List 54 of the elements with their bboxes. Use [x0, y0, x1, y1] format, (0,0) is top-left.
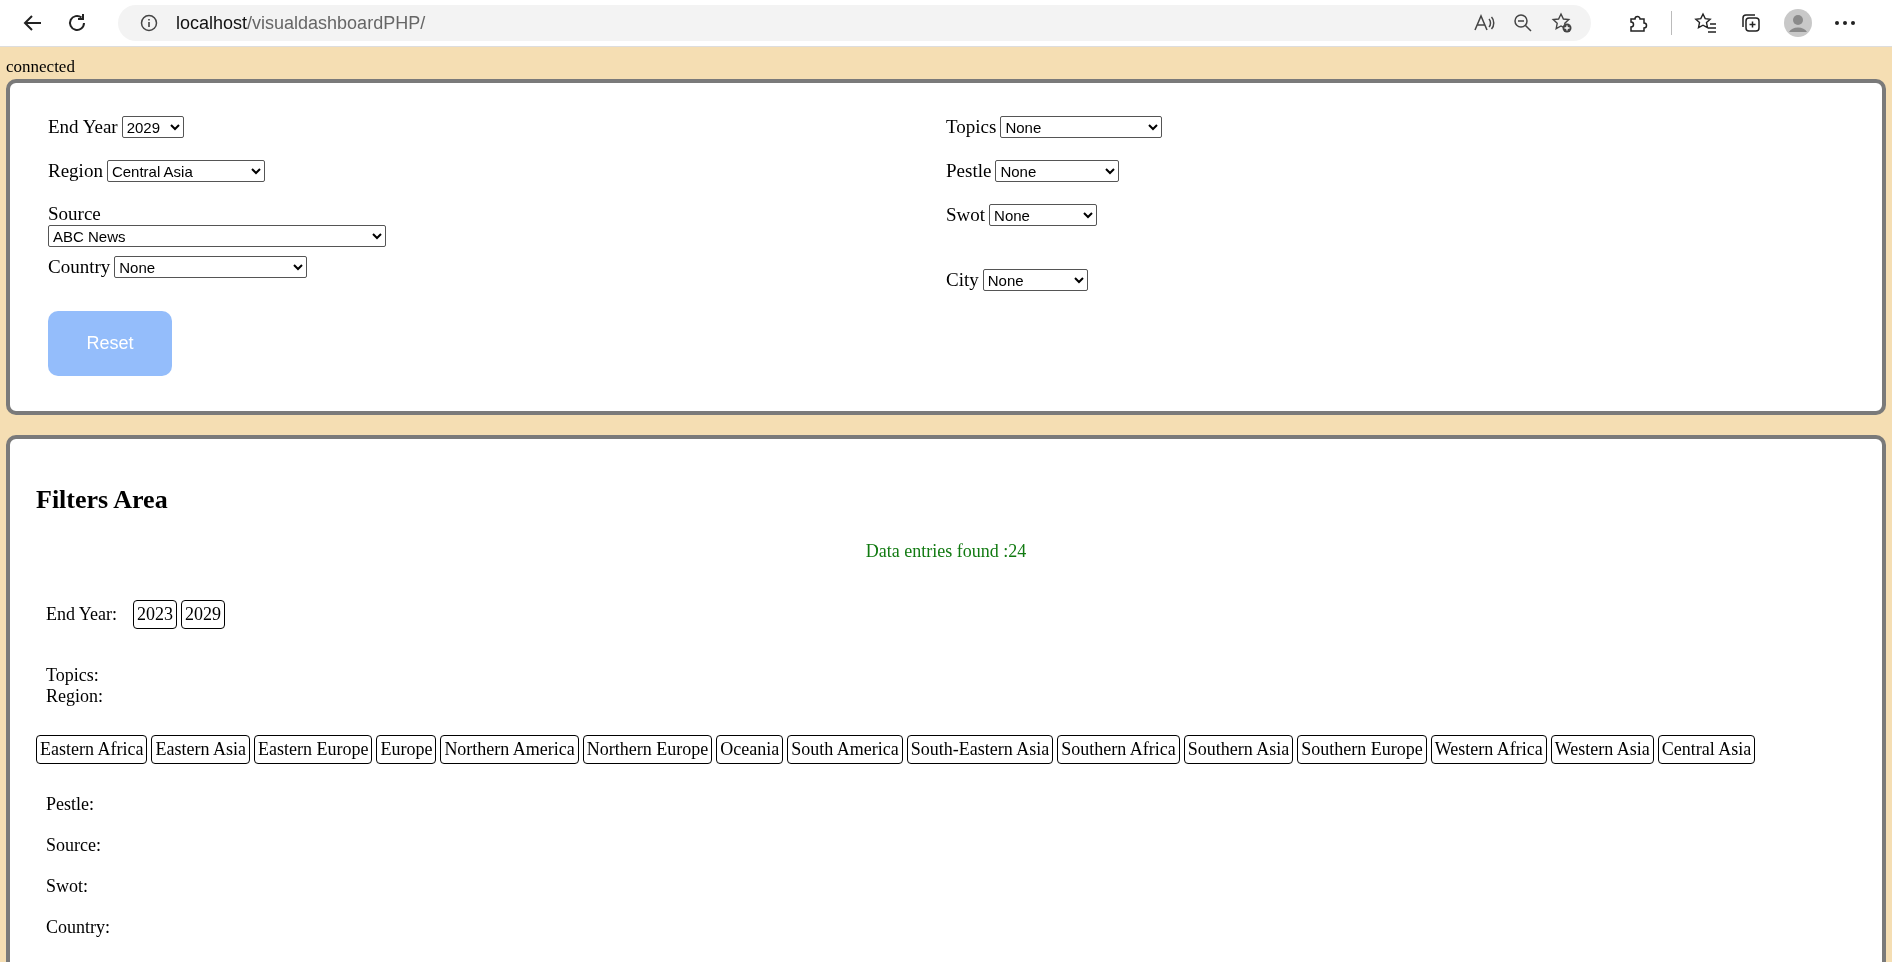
dropdown[interactable]: None [1000, 116, 1163, 138]
url-text: localhost/visualdashboardPHP/ [176, 12, 426, 34]
field-label: City [946, 269, 979, 291]
filter-label: Country: [46, 917, 110, 938]
filter-label: Source: [46, 835, 101, 856]
zoom-out-icon[interactable] [1513, 13, 1533, 33]
section-title: Filters Area [36, 485, 169, 515]
filter-chip[interactable]: Eastern Asia [151, 735, 250, 764]
field-label: Country [48, 256, 111, 278]
filter-label: Swot: [46, 876, 88, 897]
filter-label: End Year: [46, 604, 117, 625]
filter-label: Topics: [46, 665, 99, 686]
star-plus-icon[interactable] [1551, 12, 1573, 34]
filter-chip[interactable]: Europe [376, 735, 437, 764]
filter-chip[interactable]: Northern America [440, 735, 579, 764]
collections-icon[interactable] [1740, 12, 1762, 34]
dropdown[interactable]: None [982, 269, 1088, 291]
dropdown[interactable]: None [995, 160, 1120, 182]
field-label: Topics [946, 116, 997, 138]
filter-label: Region: [45, 686, 103, 707]
dropdown[interactable]: Central Asia [106, 160, 265, 182]
dropdown[interactable]: 2029 [121, 116, 184, 138]
read-aloud-icon[interactable] [1473, 13, 1495, 33]
field-label: Pestle [946, 160, 992, 182]
filter-chip[interactable]: South-Eastern Asia [906, 735, 1054, 764]
filter-chip[interactable]: Oceania [716, 735, 784, 764]
more-icon[interactable] [1834, 20, 1856, 26]
filter-chip[interactable]: Southern Africa [1057, 735, 1180, 764]
filter-chip[interactable]: Western Africa [1430, 735, 1547, 764]
dropdown[interactable]: ABC News [48, 225, 386, 247]
field-label: Swot [946, 204, 986, 226]
address-bar[interactable]: localhost/visualdashboardPHP/ [118, 5, 1591, 41]
dropdown[interactable]: None [989, 204, 1098, 226]
field-label: End Year [48, 116, 118, 138]
filter-chip[interactable]: Western Asia [1550, 735, 1654, 764]
profile-avatar-icon[interactable] [1784, 9, 1812, 37]
filter-chip[interactable]: Eastern Africa [36, 735, 148, 764]
filter-chip[interactable]: Eastern Europe [253, 735, 373, 764]
filter-chip[interactable]: 2029 [181, 600, 225, 629]
filter-chip[interactable]: South America [787, 735, 903, 764]
info-icon[interactable] [140, 14, 158, 32]
field-label: Source [48, 203, 101, 225]
filter-label: Pestle: [46, 794, 94, 815]
reload-icon[interactable] [66, 12, 88, 34]
filter-chip[interactable]: Southern Europe [1297, 735, 1427, 764]
dropdown[interactable]: None [114, 256, 308, 278]
entries-count: Data entries found :24 [864, 541, 1028, 562]
filter-chip[interactable]: Southern Asia [1183, 735, 1294, 764]
favorites-icon[interactable] [1694, 12, 1718, 34]
filter-chip[interactable]: Central Asia [1657, 735, 1756, 764]
filter-chip[interactable]: 2023 [133, 600, 177, 629]
filter-chip[interactable]: Northern Europe [582, 735, 713, 764]
field-label: Region [48, 160, 103, 182]
connection-status: connected [6, 56, 76, 78]
